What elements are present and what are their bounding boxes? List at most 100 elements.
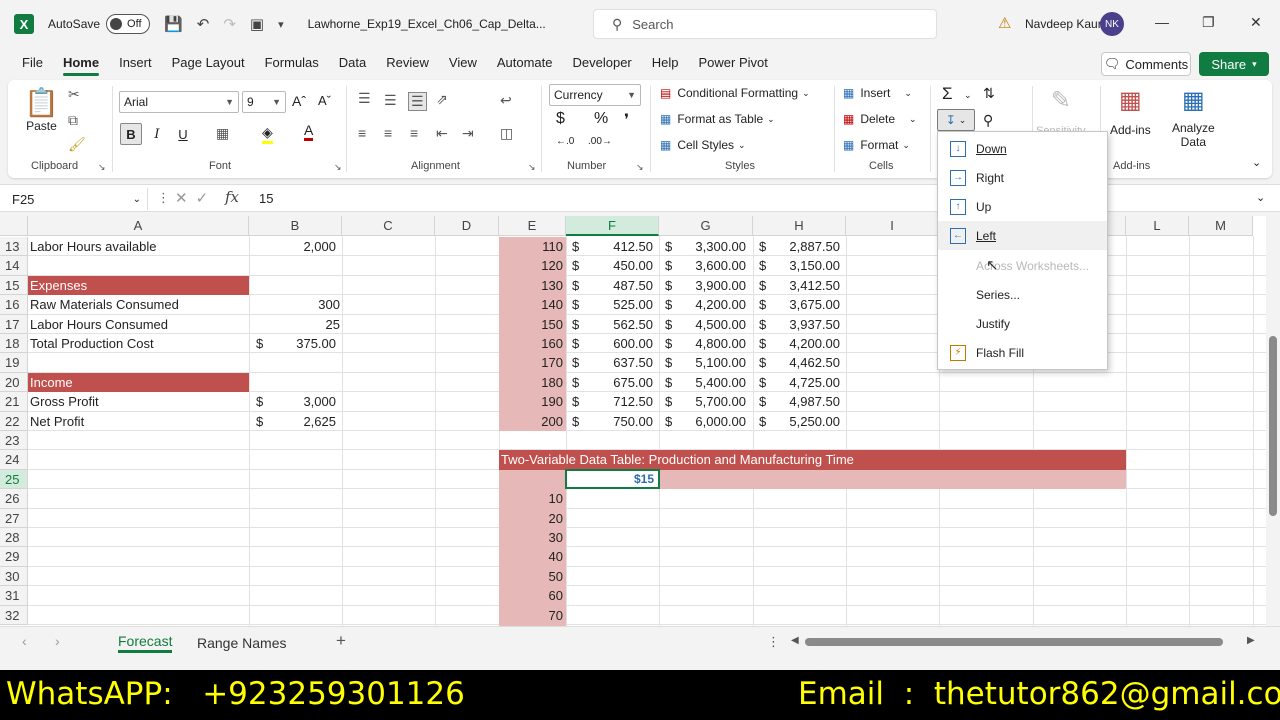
row-header-22[interactable]: 22 (0, 411, 28, 431)
column-header-e[interactable]: E (499, 216, 566, 236)
autosum-icon[interactable]: Σ (942, 84, 953, 104)
row-header-14[interactable]: 14 (0, 256, 28, 276)
align-center-icon[interactable]: ≡ (384, 125, 392, 141)
cell[interactable]: 3,600.00 (659, 256, 746, 275)
percent-icon[interactable]: % (594, 110, 608, 128)
cell[interactable]: 10 (499, 489, 563, 508)
row-header-16[interactable]: 16 (0, 295, 28, 315)
cell[interactable]: 4,725.00 (753, 373, 840, 392)
cell[interactable]: 4,200.00 (753, 334, 840, 353)
section-header-income[interactable]: Income (28, 372, 249, 393)
cell[interactable]: 40 (499, 547, 563, 566)
align-right-icon[interactable]: ≡ (410, 125, 418, 141)
column-header-l[interactable]: L (1126, 216, 1189, 236)
collapse-ribbon-icon[interactable]: ⌄ (1252, 156, 1261, 169)
share-button[interactable]: Share ▾ (1199, 52, 1269, 76)
section-header-expenses[interactable]: Expenses (28, 275, 249, 296)
cell[interactable]: 3,000 (249, 392, 336, 411)
row-header-25[interactable]: 25 (0, 469, 28, 490)
cell[interactable]: 4,462.50 (753, 353, 840, 372)
menu-item-fill-left[interactable]: ← Left (938, 221, 1107, 250)
row-header-19[interactable]: 19 (0, 353, 28, 373)
cell[interactable]: 4,987.50 (753, 392, 840, 411)
cell[interactable]: 200 (499, 412, 563, 431)
cell[interactable]: 4,200.00 (659, 295, 746, 314)
row-header-27[interactable]: 27 (0, 508, 28, 528)
add-sheet-icon[interactable]: + (336, 631, 346, 651)
undo-icon[interactable]: ↶ (197, 15, 210, 33)
tab-developer[interactable]: Developer (563, 48, 642, 78)
cell-styles-button[interactable]: ▦ Cell Styles ⌄ (660, 138, 746, 152)
more-options-icon[interactable]: ⋮ (157, 190, 170, 206)
cell[interactable]: 562.50 (566, 315, 653, 334)
cell[interactable]: 3,900.00 (659, 276, 746, 295)
borders-icon[interactable]: ▦ (216, 125, 229, 142)
fill-color-icon[interactable]: ◈ (262, 124, 273, 144)
select-all-corner[interactable] (0, 216, 28, 236)
analyze-data-button[interactable]: ▦ Analyze Data (1172, 86, 1215, 149)
insert-cells-button[interactable]: ▦ Insert ⌄ (843, 86, 912, 100)
align-middle-icon[interactable]: ☰ (384, 92, 397, 109)
cell[interactable]: 2,887.50 (753, 237, 840, 256)
align-left-icon[interactable]: ≡ (358, 125, 366, 141)
cell[interactable]: 412.50 (566, 237, 653, 256)
increase-indent-icon[interactable]: ⇥ (462, 125, 474, 142)
cell[interactable]: 70 (499, 606, 563, 625)
column-header-c[interactable]: C (342, 216, 435, 236)
row-header-30[interactable]: 30 (0, 566, 28, 587)
active-cell-f25[interactable]: $15 (565, 468, 660, 490)
menu-item-across-worksheets[interactable]: Across Worksheets... (938, 251, 1107, 280)
tab-automate[interactable]: Automate (487, 48, 563, 78)
column-header-h[interactable]: H (753, 216, 846, 236)
menu-item-fill-down[interactable]: ↓ Down (938, 134, 1107, 163)
menu-item-series[interactable]: Series... (938, 280, 1107, 309)
cell[interactable]: Total Production Cost (30, 334, 154, 353)
sort-filter-icon[interactable]: ⇅ (983, 85, 995, 102)
redo-icon[interactable]: ↷ (223, 15, 236, 33)
tab-review[interactable]: Review (376, 48, 439, 78)
row-header-32[interactable]: 32 (0, 605, 28, 625)
cell[interactable]: Labor Hours available (30, 237, 156, 256)
paste-button[interactable]: 📋 Paste (24, 86, 59, 133)
tab-home[interactable]: Home (53, 48, 109, 78)
accounting-format-icon[interactable]: $ (556, 110, 565, 128)
column-header-g[interactable]: G (659, 216, 753, 236)
sheet-tab-forecast[interactable]: Forecast (118, 633, 173, 653)
scroll-left-icon[interactable]: ◀ (791, 635, 799, 646)
sheet-tab-range-names[interactable]: Range Names (197, 635, 287, 651)
row-header-31[interactable]: 31 (0, 586, 28, 606)
cell[interactable]: 3,675.00 (753, 295, 840, 314)
decrease-indent-icon[interactable]: ⇤ (436, 125, 448, 142)
row-header-21[interactable]: 21 (0, 392, 28, 412)
increase-decimal-icon[interactable]: ←.0 (556, 136, 574, 147)
cell[interactable]: 5,700.00 (659, 392, 746, 411)
orientation-icon[interactable]: ⇗ (436, 91, 448, 108)
cell[interactable]: 4,800.00 (659, 334, 746, 353)
row-header-23[interactable]: 23 (0, 431, 28, 451)
user-name[interactable]: Navdeep Kaur (1025, 17, 1102, 31)
cell[interactable]: Raw Materials Consumed (30, 295, 179, 314)
comments-button[interactable]: 🗨 Comments (1101, 52, 1191, 76)
cell[interactable]: 60 (499, 586, 563, 605)
cell[interactable]: 525.00 (566, 295, 653, 314)
cell[interactable]: 712.50 (566, 392, 653, 411)
column-header-m[interactable]: M (1189, 216, 1253, 236)
cut-icon[interactable]: ✂ (68, 86, 80, 103)
cell[interactable]: 5,250.00 (753, 412, 840, 431)
add-ins-button[interactable]: ▦ Add-ins (1110, 86, 1151, 137)
avatar[interactable]: NK (1100, 12, 1124, 36)
cell[interactable]: 600.00 (566, 334, 653, 353)
find-select-icon[interactable]: ⚲ (983, 112, 993, 129)
cell[interactable]: 30 (499, 528, 563, 547)
row-header-17[interactable]: 17 (0, 314, 28, 334)
screenshot-icon[interactable]: ▣ (250, 15, 264, 33)
cell[interactable]: 6,000.00 (659, 412, 746, 431)
merge-center-icon[interactable]: ◫ (500, 125, 513, 142)
cell[interactable]: 120 (499, 256, 563, 275)
tab-insert[interactable]: Insert (109, 48, 162, 78)
more-options-icon[interactable]: ⋮ (767, 634, 780, 650)
delete-cells-button[interactable]: ▦ Delete ⌄ (843, 112, 917, 126)
cell[interactable]: 160 (499, 334, 563, 353)
conditional-formatting-button[interactable]: ▤ Conditional Formatting ⌄ (660, 86, 810, 100)
cell[interactable]: 20 (499, 509, 563, 528)
